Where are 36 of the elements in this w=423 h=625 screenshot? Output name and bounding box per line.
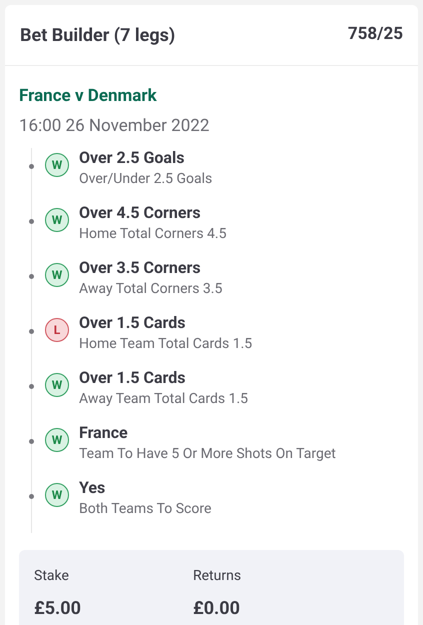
bullet-icon — [29, 439, 34, 444]
summary-value: £0.00 — [193, 597, 241, 621]
market-name: Team To Have 5 Or More Shots On Target — [79, 445, 336, 463]
bullet-icon — [29, 219, 34, 224]
bullet-icon — [29, 329, 34, 334]
bullet-icon — [29, 164, 34, 169]
selection-name: Over 2.5 Goals — [79, 148, 186, 168]
market-name: Away Total Corners 3.5 — [79, 280, 222, 298]
odds: 758/25 — [348, 23, 403, 46]
result-badge: W — [45, 208, 69, 232]
selection-name: France — [79, 423, 129, 443]
market-name: Over/Under 2.5 Goals — [79, 170, 212, 188]
summary-value: £5.00 — [34, 597, 82, 621]
result-badge: L — [45, 318, 69, 342]
selection-name: Over 1.5 Cards — [79, 368, 186, 388]
result-badge: W — [45, 428, 69, 452]
result-badge: W — [45, 483, 69, 507]
market-name: Home Total Corners 4.5 — [79, 225, 226, 243]
event-name: France v Denmark — [19, 85, 158, 107]
result-badge: W — [45, 153, 69, 177]
summary-label: Stake — [34, 567, 70, 586]
bullet-icon — [29, 274, 34, 279]
result-badge: W — [45, 373, 69, 397]
selection-name: Yes — [79, 478, 106, 498]
selection-name: Over 1.5 Cards — [79, 313, 186, 333]
bullet-icon — [29, 494, 34, 499]
bullet-icon — [29, 384, 34, 389]
event-time: 16:00 26 November 2022 — [19, 115, 210, 137]
result-badge: W — [45, 263, 69, 287]
summary-label: Returns — [193, 567, 242, 586]
card-title: Bet Builder (7 legs) — [20, 24, 176, 48]
market-name: Away Team Total Cards 1.5 — [79, 390, 248, 408]
market-name: Home Team Total Cards 1.5 — [79, 335, 252, 353]
market-name: Both Teams To Score — [79, 500, 212, 518]
selection-name: Over 3.5 Corners — [79, 258, 202, 278]
selection-name: Over 4.5 Corners — [79, 203, 202, 223]
